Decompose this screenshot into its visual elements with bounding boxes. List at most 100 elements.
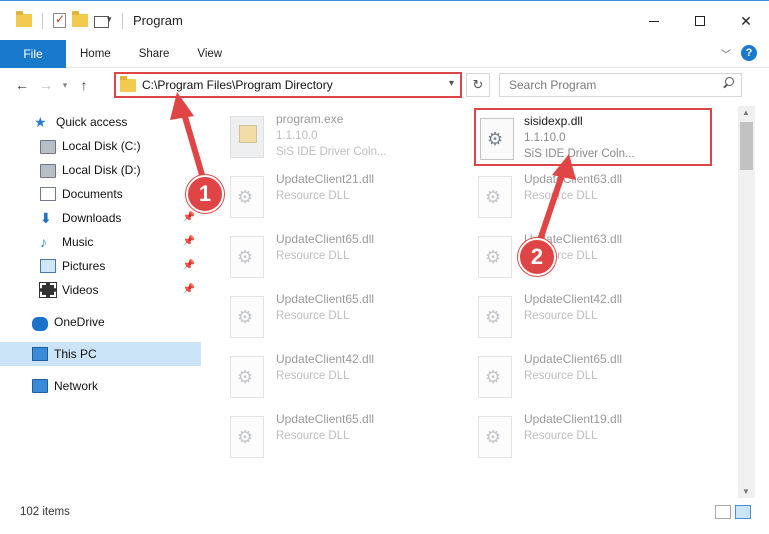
sidebar-item-local-disk-c[interactable]: Local Disk (C:) [0, 134, 201, 158]
sidebar-item-music[interactable]: ♪ Music 📌 [0, 230, 201, 254]
scrollbar-thumb[interactable] [740, 122, 753, 170]
file-item[interactable]: UpdateClient65.dll Resource DLL [202, 288, 432, 346]
item-count: 102 items [20, 506, 70, 518]
dll-gear-icon [230, 296, 264, 338]
maximize-button[interactable] [677, 1, 723, 41]
address-history-chevron-icon[interactable]: ▾ [449, 78, 454, 89]
computer-icon [32, 347, 48, 361]
scroll-down-icon[interactable]: ▼ [742, 487, 750, 496]
file-item[interactable]: UpdateClient63.dll Resource DLL [450, 228, 680, 286]
search-placeholder: Search Program [509, 78, 597, 92]
scroll-up-icon[interactable]: ▲ [742, 108, 750, 117]
file-type: Resource DLL [524, 310, 598, 322]
file-item-sisidexp-dll[interactable]: sisidexp.dll 1.1.10.0 SiS IDE Driver Col… [474, 108, 712, 166]
dll-gear-icon [480, 118, 514, 160]
customize-toolbar-icon[interactable] [94, 14, 112, 28]
navigation-pane: ★ Quick access Local Disk (C:) Local Dis… [0, 106, 202, 498]
recent-locations-chevron-icon[interactable]: ▾ [58, 80, 72, 91]
pin-icon[interactable]: 📌 [183, 260, 195, 271]
documents-icon [40, 187, 56, 201]
file-list: program.exe 1.1.10.0 SiS IDE Driver Coln… [202, 106, 738, 498]
sidebar-item-label: Videos [62, 283, 99, 297]
navigation-bar: ← → ▾ ↑ C:\Program Files\Program Directo… [0, 69, 769, 101]
pin-icon[interactable]: 📌 [183, 212, 195, 223]
file-name: UpdateClient19.dll [524, 412, 623, 426]
new-folder-icon[interactable] [72, 11, 88, 27]
file-item-program-exe[interactable]: program.exe 1.1.10.0 SiS IDE Driver Coln… [202, 108, 432, 166]
forward-arrow-icon[interactable]: → [34, 77, 58, 93]
sidebar-item-label: Local Disk (C:) [62, 139, 141, 153]
dll-gear-icon [230, 416, 264, 458]
sidebar-item-onedrive[interactable]: OneDrive [0, 310, 201, 334]
dll-gear-icon [478, 356, 512, 398]
file-type: Resource DLL [276, 250, 350, 262]
sidebar-item-local-disk-d[interactable]: Local Disk (D:) [0, 158, 201, 182]
folder-icon [120, 75, 136, 92]
properties-check-icon[interactable] [53, 12, 66, 28]
file-item[interactable]: UpdateClient65.dll Resource DLL [450, 348, 680, 406]
file-name: UpdateClient63.dll [524, 172, 623, 186]
close-button[interactable]: ✕ [723, 1, 769, 41]
minimize-icon [649, 20, 659, 22]
folder-icon[interactable] [16, 11, 32, 27]
file-name: UpdateClient42.dll [524, 292, 623, 306]
file-item[interactable]: UpdateClient42.dll Resource DLL [450, 288, 680, 346]
file-item[interactable]: UpdateClient42.dll Resource DLL [202, 348, 432, 406]
application-icon [230, 116, 264, 158]
vertical-scrollbar[interactable]: ▲ ▼ [738, 106, 755, 498]
ribbon-right-controls: ﹀ ? [721, 45, 757, 61]
tab-file[interactable]: File [0, 39, 66, 68]
details-view-icon[interactable] [715, 505, 731, 519]
window-title: Program [133, 13, 183, 28]
sidebar-item-pictures[interactable]: Pictures 📌 [0, 254, 201, 278]
help-icon[interactable]: ? [741, 45, 757, 61]
videos-icon [39, 282, 57, 298]
sidebar-item-this-pc[interactable]: This PC [0, 342, 201, 366]
file-name: UpdateClient65.dll [276, 412, 375, 426]
file-name: program.exe [276, 112, 344, 126]
back-arrow-icon[interactable]: ← [10, 77, 34, 93]
file-type: Resource DLL [276, 370, 350, 382]
sidebar-item-label: Pictures [62, 259, 106, 273]
sidebar-item-network[interactable]: Network [0, 374, 201, 398]
dll-gear-icon [478, 236, 512, 278]
refresh-button[interactable]: ↻ [466, 73, 490, 97]
address-bar[interactable]: C:\Program Files\Program Directory ▾ [114, 72, 462, 98]
sidebar-item-label: OneDrive [54, 315, 105, 329]
file-name: UpdateClient65.dll [276, 232, 375, 246]
search-icon[interactable] [722, 77, 734, 89]
dll-gear-icon [230, 236, 264, 278]
file-item[interactable]: UpdateClient63.dll Resource DLL [450, 168, 680, 226]
tab-home[interactable]: Home [66, 48, 125, 60]
maximize-icon [695, 16, 705, 26]
file-description: SiS IDE Driver Coln... [276, 146, 387, 158]
minimize-button[interactable] [631, 1, 677, 41]
pin-icon[interactable]: 📌 [183, 284, 195, 295]
sidebar-item-documents[interactable]: Documents [0, 182, 201, 206]
file-item[interactable]: UpdateClient65.dll Resource DLL [202, 408, 432, 466]
sidebar-item-quick-access[interactable]: ★ Quick access [0, 110, 201, 134]
file-item[interactable]: UpdateClient65.dll Resource DLL [202, 228, 432, 286]
large-icons-view-icon[interactable] [735, 505, 751, 519]
file-type: Resource DLL [524, 370, 598, 382]
pin-icon[interactable]: 📌 [183, 236, 195, 247]
sidebar-item-label: Music [62, 235, 94, 249]
tab-view[interactable]: View [183, 48, 236, 60]
dll-gear-icon [478, 296, 512, 338]
file-type: Resource DLL [276, 310, 350, 322]
sidebar-item-videos[interactable]: Videos 📌 [0, 278, 201, 302]
sidebar-item-label: This PC [54, 347, 97, 361]
tab-share[interactable]: Share [125, 48, 184, 60]
address-path[interactable]: C:\Program Files\Program Directory [142, 78, 333, 92]
search-input[interactable]: Search Program [499, 73, 742, 97]
disk-icon [40, 164, 56, 178]
file-version: 1.1.10.0 [524, 132, 566, 144]
up-arrow-icon[interactable]: ↑ [72, 77, 96, 93]
sidebar-item-downloads[interactable]: ⬇ Downloads 📌 [0, 206, 201, 230]
expand-ribbon-icon[interactable]: ﹀ [721, 46, 731, 61]
ribbon-tabs: File Home Share View ﹀ ? [0, 39, 769, 68]
status-bar: 102 items [0, 500, 769, 524]
file-item[interactable]: UpdateClient21.dll Resource DLL [202, 168, 432, 226]
music-icon: ♪ [40, 234, 47, 250]
file-item[interactable]: UpdateClient19.dll Resource DLL [450, 408, 680, 466]
